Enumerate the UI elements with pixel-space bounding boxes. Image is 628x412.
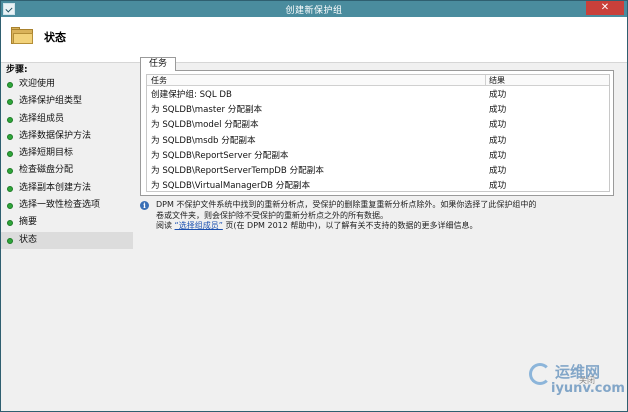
sidebar-step-label: 选择副本创建方法 [19, 182, 92, 193]
step-status-dot-icon [7, 133, 13, 140]
step-status-dot-icon [7, 168, 13, 175]
info-icon: i [140, 201, 149, 210]
sidebar-step-label: 检查磁盘分配 [19, 165, 74, 176]
task-cell: 为 SQLDB\msdb 分配副本 [151, 135, 256, 146]
sidebar-step-6[interactable]: 选择副本创建方法 [1, 180, 133, 197]
step-status-dot-icon [7, 99, 13, 106]
sidebar-step-3[interactable]: 选择数据保护方法 [1, 128, 133, 145]
task-cell: 为 SQLDB\ReportServer 分配副本 [151, 150, 289, 161]
result-cell: 成功 [489, 166, 507, 176]
sidebar-step-0[interactable]: 欢迎使用 [1, 76, 133, 93]
sidebar-step-label: 选择一致性检查选项 [19, 200, 101, 211]
sidebar-step-label: 摘要 [19, 217, 38, 228]
steps-label: 步骤: [6, 65, 28, 75]
step-status-dot-icon [7, 185, 13, 192]
info-line-1: DPM 不保护文件系统中找到的重新分析点，受保护的删除重复重新分析点除外。如果你… [156, 200, 537, 209]
tasks-panel: 任务 结果 创建保护组: SQL DB 成功为 SQLDB\master 分配副本… [140, 70, 614, 196]
step-status-dot-icon [7, 220, 13, 227]
result-cell: 成功 [489, 135, 507, 146]
page-header: 状态 [1, 17, 627, 63]
table-row[interactable]: 创建保护组: SQL DB 成功 [147, 88, 609, 103]
info-line-3: 阅读 “选择组成员” 页(在 DPM 2012 帮助中)，以了解有关不支持的数据… [156, 221, 620, 232]
step-status-dot-icon [7, 237, 13, 244]
select-members-help-link[interactable]: “选择组成员” [175, 221, 223, 230]
sidebar-step-label: 选择短期目标 [19, 148, 74, 159]
watermark-text-url: iyunv.com [551, 381, 625, 396]
steps-sidebar: 步骤: 欢迎使用选择保护组类型 选择组成员选择数据保护方法 选择短期目标 检查磁盘分配… [1, 64, 133, 411]
sidebar-step-5[interactable]: 检查磁盘分配 [1, 162, 133, 179]
table-row[interactable]: 为 SQLDB\msdb 分配副本 成功 [147, 134, 609, 149]
column-header-task[interactable]: 任务 [151, 75, 167, 86]
result-cell: 成功 [489, 105, 507, 116]
column-header-result[interactable]: 结果 [489, 75, 505, 86]
wizard-window: 创建新保护组 ✕ 状态 步骤: 欢迎使用选择保护组类型 选择组成员选择数据保护方法… [0, 0, 628, 412]
table-row[interactable]: 为 SQLDB\VirtualManagerDB 分配副本 成功 [147, 179, 609, 194]
info-line-2: 卷或文件夹，则会保护除不受保护的重新分析点之外的所有数据。 [156, 210, 388, 220]
steps-list: 欢迎使用选择保护组类型 选择组成员选择数据保护方法 选择短期目标 检查磁盘分配选择副本… [1, 76, 133, 249]
sidebar-step-label: 选择组成员 [19, 113, 65, 124]
table-row[interactable]: 为 SQLDB\ReportServer 分配副本 成功 [147, 149, 609, 164]
table-row[interactable]: 为 SQLDB\model 分配副本 成功 [147, 118, 609, 133]
task-cell: 为 SQLDB\model 分配副本 [151, 120, 259, 131]
folder-icon [11, 27, 33, 44]
result-cell: 成功 [489, 120, 507, 131]
site-watermark: 运维网 关闭 iyunv.com [529, 357, 625, 407]
result-cell: 成功 [489, 90, 507, 100]
sidebar-step-label: 选择数据保护方法 [19, 130, 92, 141]
step-status-dot-icon [7, 151, 13, 158]
close-button[interactable]: ✕ [586, 1, 624, 15]
result-cell: 成功 [489, 181, 507, 192]
sidebar-step-label: 选择保护组类型 [19, 96, 83, 107]
step-status-dot-icon [7, 116, 13, 123]
sidebar-step-label: 状态 [19, 234, 38, 245]
sidebar-step-2[interactable]: 选择组成员 [1, 111, 133, 128]
info-read-suffix: 页(在 DPM 2012 帮助中)，以了解有关不支持的数据的更多详细信息。 [225, 221, 478, 230]
grid-header: 任务 结果 [147, 75, 609, 86]
result-cell: 成功 [489, 150, 507, 161]
page-title: 状态 [44, 31, 66, 44]
sidebar-step-7[interactable]: 选择一致性检查选项 [1, 197, 133, 214]
step-status-dot-icon [7, 203, 13, 210]
tasks-grid: 任务 结果 创建保护组: SQL DB 成功为 SQLDB\master 分配副本… [146, 74, 610, 192]
sidebar-step-9[interactable]: 状态 [1, 231, 133, 249]
task-cell: 创建保护组: SQL DB [151, 90, 232, 100]
task-cell: 为 SQLDB\master 分配副本 [151, 105, 263, 116]
tab-tasks[interactable]: 任务 [140, 57, 176, 71]
step-status-dot-icon [7, 82, 13, 88]
sidebar-step-1[interactable]: 选择保护组类型 [1, 93, 133, 110]
sidebar-step-8[interactable]: 摘要 [1, 214, 133, 231]
task-cell: 为 SQLDB\VirtualManagerDB 分配副本 [151, 181, 311, 192]
table-row[interactable]: 为 SQLDB\master 分配副本 成功 [147, 103, 609, 118]
table-row[interactable]: 为 SQLDB\ReportServerTempDB 分配副本 成功 [147, 164, 609, 179]
window-title: 创建新保护组 [285, 6, 343, 16]
sidebar-step-4[interactable]: 选择短期目标 [1, 145, 133, 162]
info-read-prefix: 阅读 [156, 221, 172, 230]
sidebar-step-label: 欢迎使用 [19, 79, 56, 89]
title-bar[interactable]: 创建新保护组 ✕ [1, 1, 627, 17]
watermark-logo-icon [529, 363, 551, 385]
task-cell: 为 SQLDB\ReportServerTempDB 分配副本 [151, 166, 324, 176]
